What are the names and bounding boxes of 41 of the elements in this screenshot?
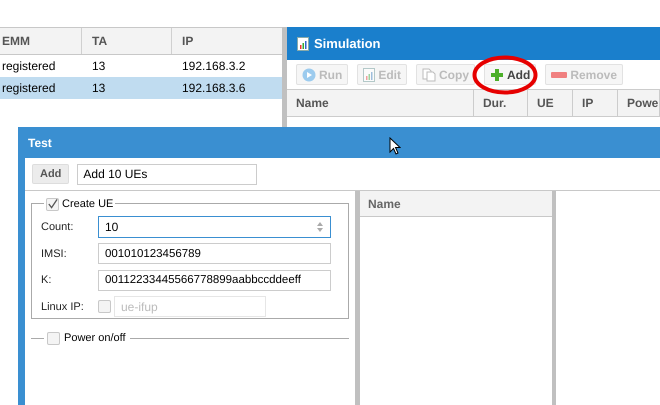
field-label: K: bbox=[41, 273, 52, 288]
minus-icon bbox=[551, 72, 568, 78]
text-field[interactable]: 001010123456789 bbox=[98, 243, 331, 264]
table-cell-text: 192.168.3.6 bbox=[181, 80, 246, 97]
checkbox[interactable] bbox=[98, 300, 111, 314]
table-cell-text: registered bbox=[1, 58, 56, 75]
field-label: Count: bbox=[41, 220, 74, 235]
cursor-icon bbox=[389, 137, 401, 155]
table-cell-text: 13 bbox=[91, 58, 106, 75]
toolbar-button[interactable]: Add bbox=[484, 64, 536, 85]
column-header[interactable]: EMM bbox=[0, 28, 82, 54]
column-header[interactable]: Name bbox=[287, 90, 474, 116]
checkbox[interactable] bbox=[46, 198, 59, 211]
copy-icon bbox=[422, 68, 436, 82]
play-icon bbox=[302, 68, 316, 82]
column-header[interactable]: Powe bbox=[618, 90, 660, 116]
field-label: IMSI: bbox=[41, 246, 68, 262]
count-spinbox[interactable]: 10 bbox=[98, 216, 331, 238]
column-header[interactable]: Dur. bbox=[474, 90, 528, 116]
document-chart-icon bbox=[363, 68, 376, 82]
column-header[interactable]: IP bbox=[573, 90, 618, 116]
checkbox[interactable] bbox=[47, 332, 60, 345]
column-header[interactable]: Name bbox=[360, 191, 552, 217]
window-title: Test bbox=[28, 134, 52, 152]
group-label: Create UE bbox=[62, 197, 114, 212]
document-chart-icon bbox=[297, 36, 309, 50]
table-cell-text: 13 bbox=[91, 80, 106, 97]
column-header[interactable]: IP bbox=[172, 28, 283, 54]
field-label: Linux IP: bbox=[41, 300, 85, 314]
window-title: Simulation bbox=[314, 34, 380, 53]
spinner-arrows-icon[interactable] bbox=[316, 221, 324, 234]
name-field[interactable]: Add 10 UEs bbox=[77, 164, 258, 184]
add-button[interactable]: Add bbox=[32, 164, 70, 184]
column-header[interactable]: UE bbox=[528, 90, 573, 116]
text-field[interactable]: 00112233445566778899aabbccddeeff bbox=[98, 270, 331, 291]
table-row[interactable]: registered 13 192.168.3.6 bbox=[0, 77, 283, 99]
column-header[interactable]: TA bbox=[82, 28, 172, 54]
group-label: Power on/off bbox=[63, 331, 127, 346]
table-cell-text: 192.168.3.2 bbox=[181, 58, 246, 75]
plus-icon bbox=[490, 68, 504, 82]
table-cell-text: registered bbox=[1, 80, 56, 97]
